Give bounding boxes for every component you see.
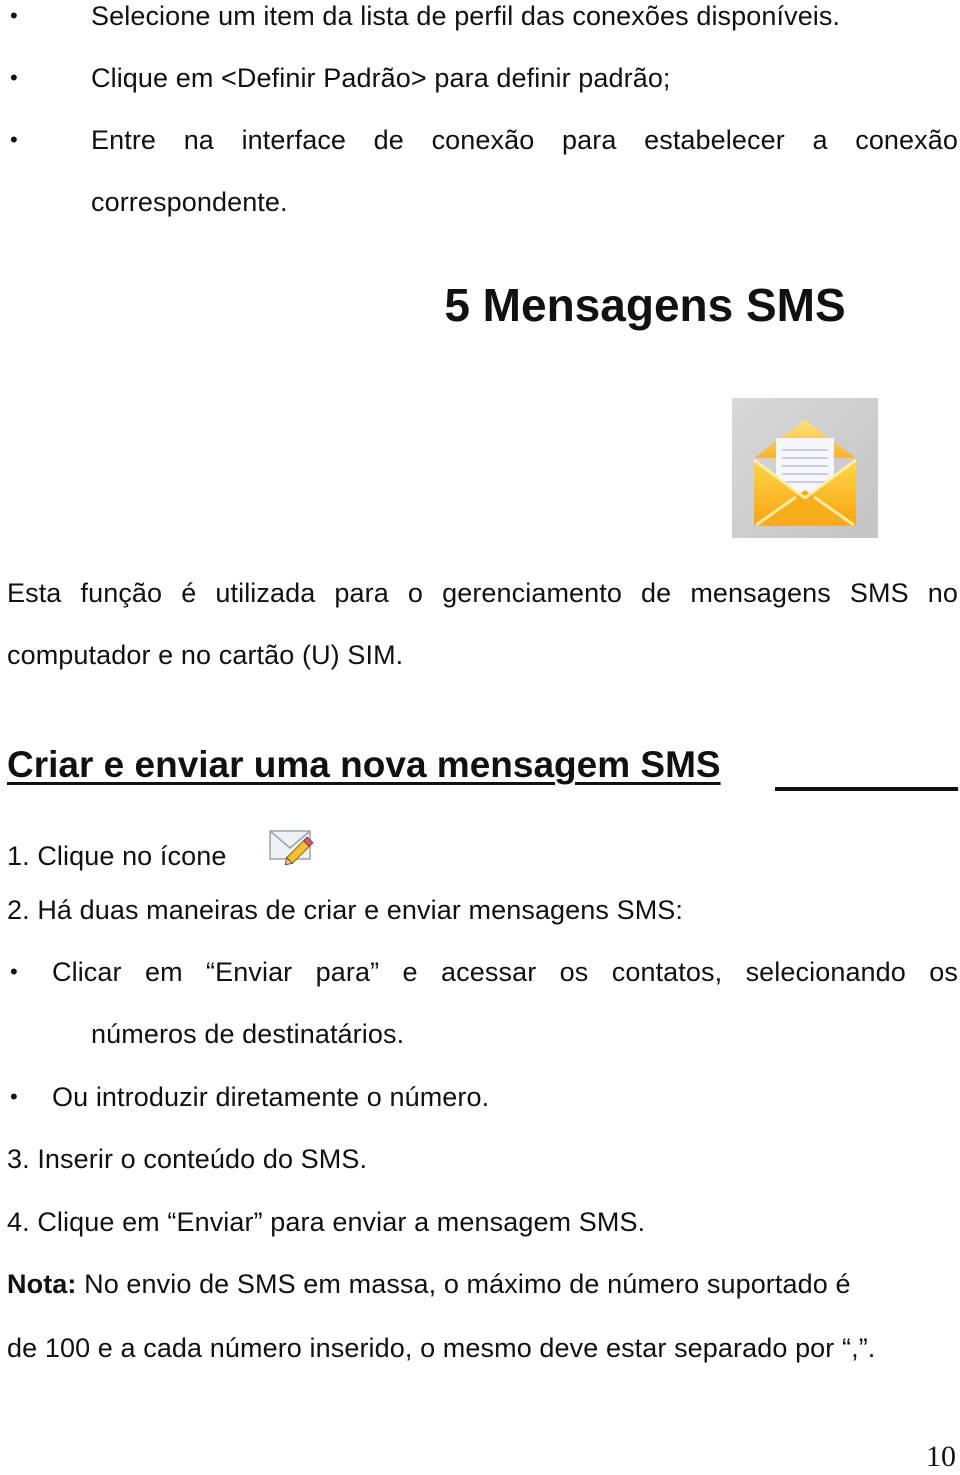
heading-underline-rule <box>775 787 958 791</box>
section-heading: Criar e enviar uma nova mensagem SMS <box>7 744 721 785</box>
description-line: Esta função é utilizada para o gerenciam… <box>7 578 958 608</box>
description-line: computador e no cartão (U) SIM. <box>7 640 404 670</box>
sub-bullet-continuation: números de destinatários. <box>91 1019 405 1049</box>
step-4: 4. Clique em “Enviar” para enviar a mens… <box>7 1207 646 1237</box>
sub-bullet-text: Clicar em “Enviar para” e acessar os con… <box>52 957 958 987</box>
chapter-title: 5 Mensagens SMS <box>444 279 846 331</box>
intro-bullet-text: Entre na interface de conexão para estab… <box>91 125 958 155</box>
bullet-dot: • <box>10 3 18 28</box>
bullet-dot: • <box>10 127 18 152</box>
intro-bullet-text: Selecione um item da lista de perfil das… <box>91 1 841 31</box>
bullet-dot: • <box>10 65 18 90</box>
note-text: No envio de SMS em massa, o máximo de nú… <box>76 1269 851 1299</box>
sub-bullet-text: Ou introduzir diretamente o número. <box>52 1082 490 1112</box>
bullet-dot: • <box>10 959 18 984</box>
intro-bullet-continuation: correspondente. <box>91 187 288 217</box>
note-label: Nota: <box>7 1269 77 1299</box>
open-envelope-icon <box>732 398 878 538</box>
compose-envelope-pencil-icon <box>268 828 316 866</box>
step-1: 1. Clique no ícone <box>7 841 227 871</box>
bullet-dot: • <box>10 1084 18 1109</box>
step-3: 3. Inserir o conteúdo do SMS. <box>7 1144 368 1174</box>
note-line-1: Nota: No envio de SMS em massa, o máximo… <box>7 1268 851 1300</box>
note-line-2: de 100 e a cada número inserido, o mesmo… <box>7 1333 876 1363</box>
intro-bullet-text: Clique em <Definir Padrão> para definir … <box>91 63 671 93</box>
page-number: 10 <box>926 1440 956 1473</box>
step-2: 2. Há duas maneiras de criar e enviar me… <box>7 895 684 925</box>
